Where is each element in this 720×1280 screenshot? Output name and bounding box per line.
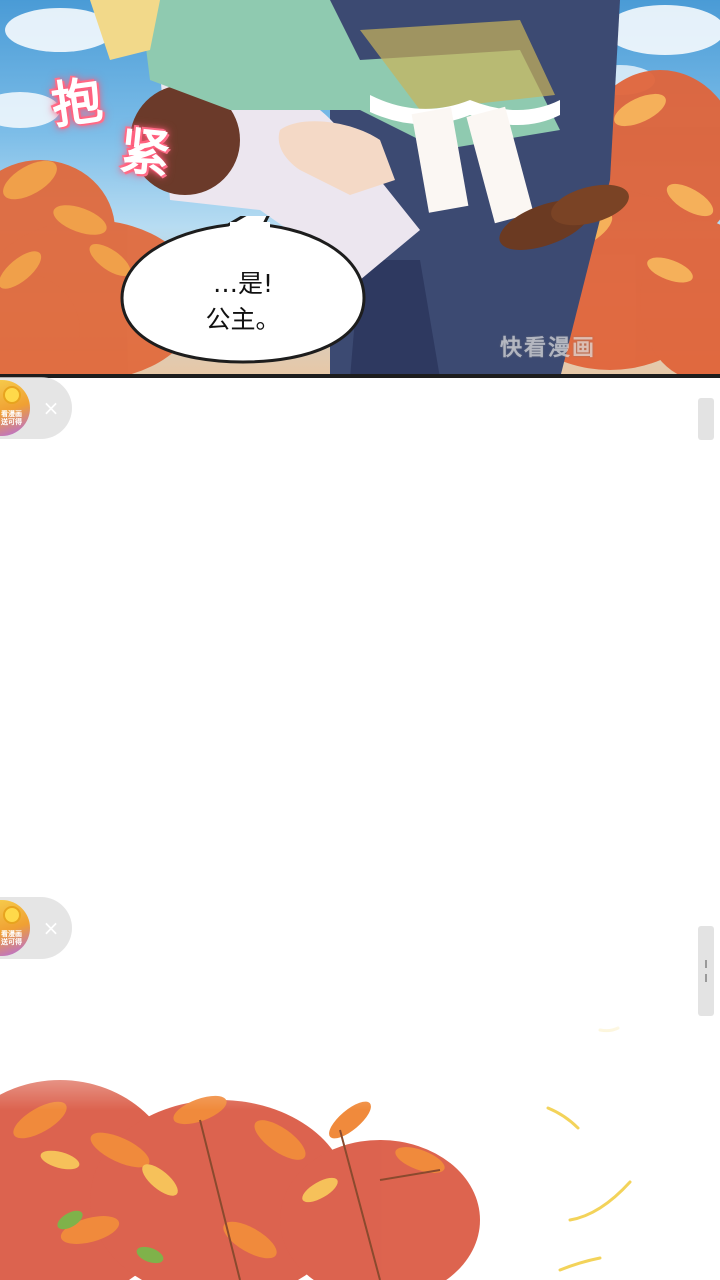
scroll-grip-icon [705,960,707,968]
coin-reward-icon[interactable]: 看漫画 送可得 [0,380,30,436]
floating-ad-widget[interactable]: 看漫画 送可得 × [0,377,72,439]
comic-panel-top: 抱 紧 …是! 公主。 快看漫画 [0,0,720,378]
coin-icon [3,906,21,924]
close-icon[interactable]: × [40,397,62,419]
scroll-handle[interactable] [698,926,714,1016]
close-icon[interactable]: × [40,917,62,939]
floating-ad-widget[interactable]: 看漫画 送可得 × [0,897,72,959]
sfx-char-hold: 抱 [48,69,106,136]
panel-fade [0,1000,720,1110]
comic-panel-bottom [0,1000,720,1280]
scroll-handle[interactable] [698,398,714,440]
bubble-line-1: …是! [212,269,274,298]
ad-icon-label: 看漫画 送可得 [1,930,22,947]
ad-icon-label: 看漫画 送可得 [1,410,22,427]
speech-bubble: …是! 公主。 [118,216,368,366]
watermark-logo: 快看漫画 [500,336,597,361]
coin-reward-icon[interactable]: 看漫画 送可得 [0,900,30,956]
coin-icon [3,386,21,404]
sfx-char-tight: 紧 [117,120,173,185]
scroll-grip-icon [705,974,707,982]
bubble-line-2: 公主。 [205,305,281,334]
